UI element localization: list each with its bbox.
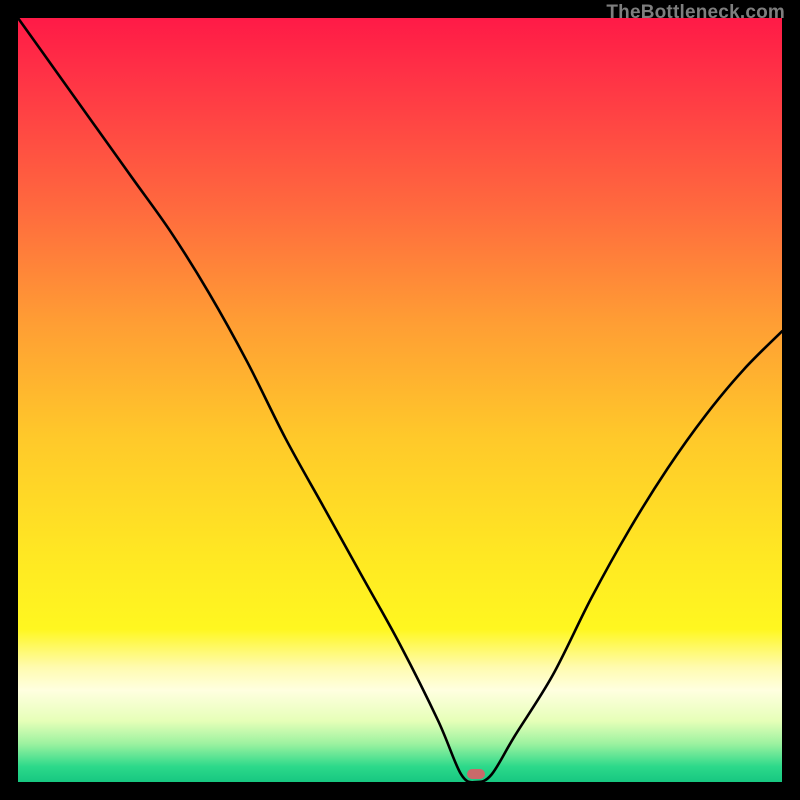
- bottleneck-curve: [18, 18, 782, 782]
- minimum-marker: [467, 769, 485, 779]
- chart-container: TheBottleneck.com: [0, 0, 800, 800]
- curve-path: [18, 18, 782, 782]
- plot-area: [18, 18, 782, 782]
- watermark-text: TheBottleneck.com: [606, 2, 785, 24]
